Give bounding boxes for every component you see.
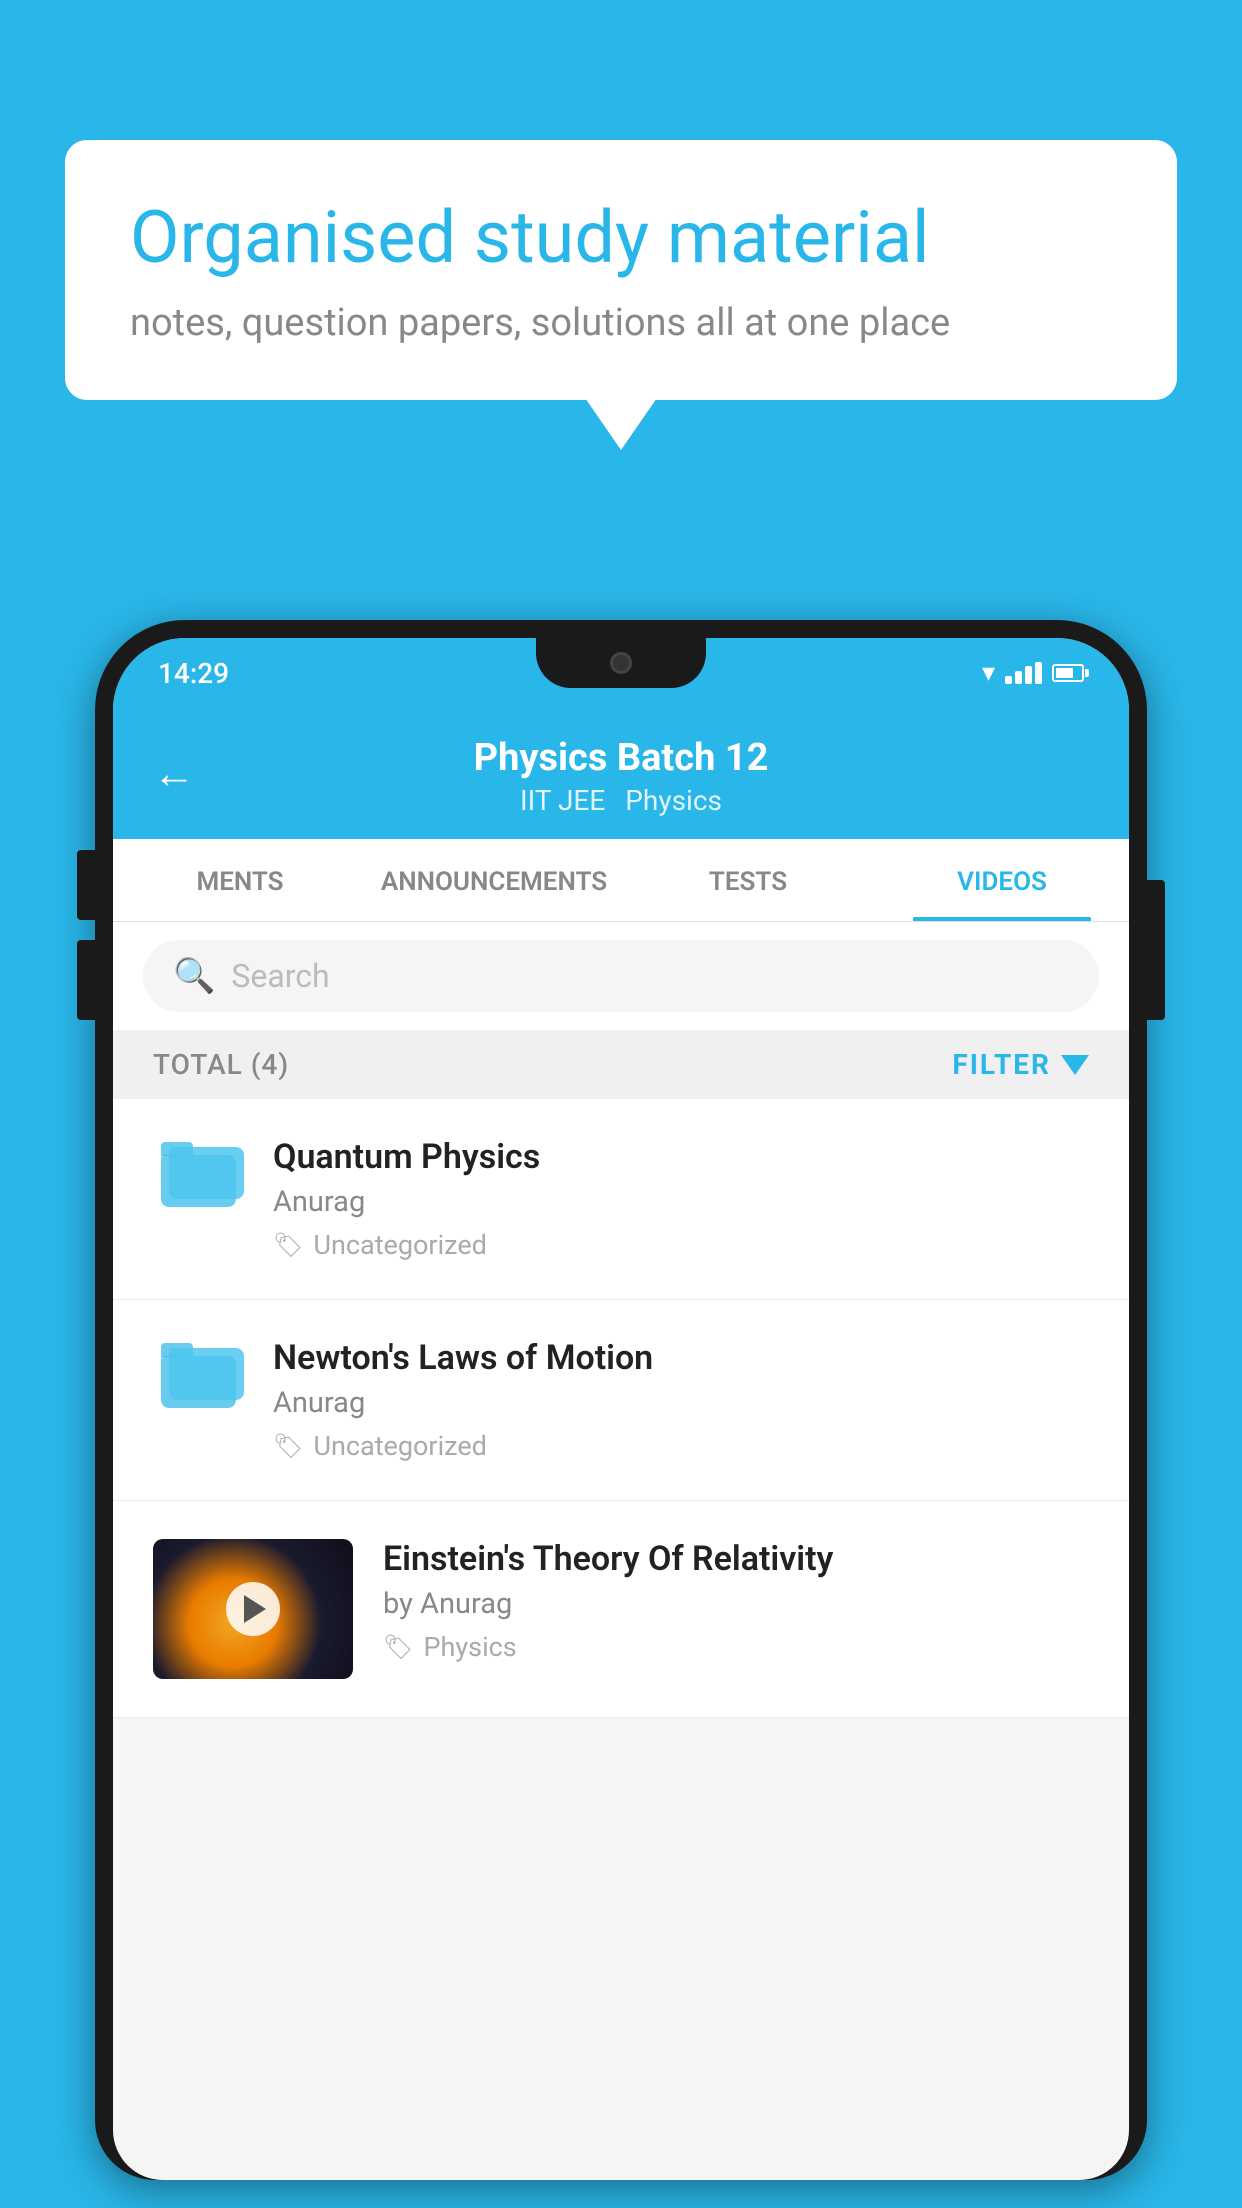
list-item[interactable]: Newton's Laws of Motion Anurag 🏷 Uncateg…: [113, 1300, 1129, 1501]
folder-icon-wrapper: [153, 1343, 243, 1408]
video-author: Anurag: [273, 1185, 1089, 1219]
video-tag: 🏷 Uncategorized: [273, 1229, 1089, 1261]
play-icon: [244, 1595, 266, 1623]
filter-bar: TOTAL (4) FILTER: [113, 1030, 1129, 1099]
phone-outer: 14:29 ▾: [95, 620, 1147, 2180]
folder-icon-wrapper: [153, 1142, 243, 1207]
list-item[interactable]: Einstein's Theory Of Relativity by Anura…: [113, 1501, 1129, 1718]
header-title: Physics Batch 12: [474, 736, 769, 780]
camera: [610, 652, 632, 674]
status-bar: 14:29 ▾: [113, 638, 1129, 708]
list-item[interactable]: Quantum Physics Anurag 🏷 Uncategorized: [113, 1099, 1129, 1300]
speech-bubble: Organised study material notes, question…: [65, 140, 1177, 400]
video-list: Quantum Physics Anurag 🏷 Uncategorized: [113, 1099, 1129, 1718]
vol-down-button: [77, 940, 95, 1020]
tabs-bar: MENTS ANNOUNCEMENTS TESTS VIDEOS: [113, 839, 1129, 922]
tag-icon: 🏷: [383, 1633, 413, 1661]
search-container: 🔍 Search: [113, 922, 1129, 1030]
app-header: ← Physics Batch 12 IIT JEE Physics: [113, 708, 1129, 839]
video-author: Anurag: [273, 1386, 1089, 1420]
tab-ments[interactable]: MENTS: [113, 839, 367, 921]
status-icons: ▾: [982, 658, 1084, 688]
filter-button[interactable]: FILTER: [952, 1048, 1089, 1081]
battery-icon: [1052, 664, 1084, 682]
folder-icon: [161, 1343, 236, 1408]
power-button: [1147, 900, 1165, 1020]
video-title: Newton's Laws of Motion: [273, 1338, 1089, 1378]
search-placeholder: Search: [231, 957, 329, 995]
video-title: Quantum Physics: [273, 1137, 1089, 1177]
video-tag: 🏷 Uncategorized: [273, 1430, 1089, 1462]
folder-icon: [161, 1142, 236, 1207]
video-author: by Anurag: [383, 1587, 1089, 1621]
status-time: 14:29: [158, 657, 229, 690]
tag-icon: 🏷: [273, 1231, 303, 1259]
video-info: Newton's Laws of Motion Anurag 🏷 Uncateg…: [273, 1338, 1089, 1462]
video-tag: 🏷 Physics: [383, 1631, 1089, 1663]
search-input-wrapper[interactable]: 🔍 Search: [143, 940, 1099, 1012]
filter-icon: [1061, 1055, 1089, 1075]
video-info: Einstein's Theory Of Relativity by Anura…: [383, 1539, 1089, 1663]
video-info: Quantum Physics Anurag 🏷 Uncategorized: [273, 1137, 1089, 1261]
search-icon: 🔍: [173, 956, 215, 996]
filter-label: FILTER: [952, 1048, 1051, 1081]
video-thumbnail: [153, 1539, 353, 1679]
tab-tests[interactable]: TESTS: [621, 839, 875, 921]
speech-bubble-section: Organised study material notes, question…: [65, 140, 1177, 400]
notch: [536, 638, 706, 688]
tag-label: Physics: [423, 1631, 516, 1663]
back-button[interactable]: ←: [153, 749, 195, 798]
header-tag2: Physics: [625, 784, 722, 817]
phone-mockup: 14:29 ▾: [95, 620, 1147, 2208]
tab-announcements[interactable]: ANNOUNCEMENTS: [367, 839, 621, 921]
wifi-icon: ▾: [982, 658, 995, 688]
header-tag1: IIT JEE: [520, 784, 605, 817]
tag-icon: 🏷: [273, 1432, 303, 1460]
vol-up-button: [77, 850, 95, 920]
video-title: Einstein's Theory Of Relativity: [383, 1539, 1089, 1579]
phone-screen: 14:29 ▾: [113, 638, 1129, 2180]
total-label: TOTAL (4): [153, 1048, 289, 1081]
tag-label: Uncategorized: [313, 1430, 486, 1462]
play-button[interactable]: [226, 1582, 280, 1636]
bubble-subtitle: notes, question papers, solutions all at…: [130, 301, 1112, 345]
tag-label: Uncategorized: [313, 1229, 486, 1261]
header-subtitle: IIT JEE Physics: [520, 784, 722, 817]
bubble-title: Organised study material: [130, 195, 1112, 281]
battery-fill: [1056, 668, 1073, 678]
signal-icon: [1005, 662, 1042, 684]
tab-videos[interactable]: VIDEOS: [875, 839, 1129, 921]
